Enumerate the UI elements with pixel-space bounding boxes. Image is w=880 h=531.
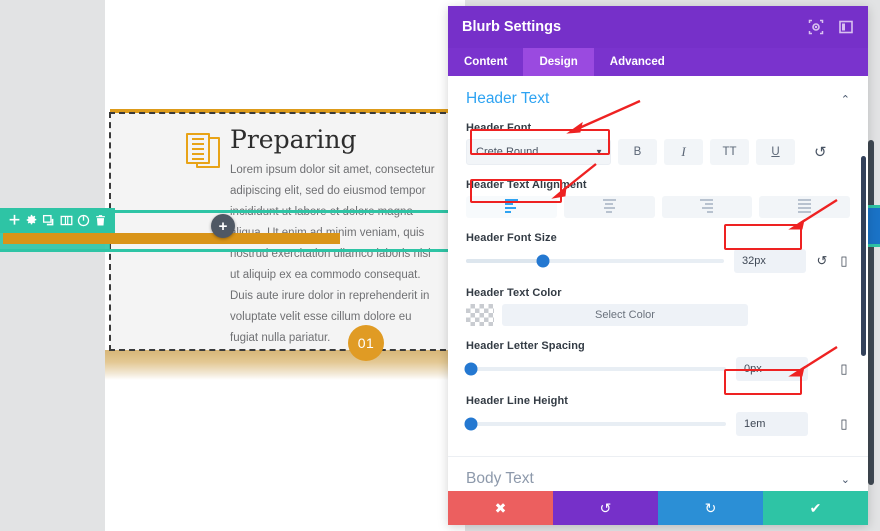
panel-titlebar: Blurb Settings <box>448 6 868 48</box>
label-header-text-color: Header Text Color <box>466 287 562 299</box>
field-header-text-alignment: Header Text Alignment <box>466 179 850 218</box>
label-header-line-height: Header Line Height <box>466 395 569 407</box>
slider-knob[interactable] <box>464 417 478 431</box>
page-scrollbar[interactable] <box>868 140 874 485</box>
tab-advanced[interactable]: Advanced <box>594 48 681 76</box>
panel-body: Header Text ⌃ Header Font Crete Round ▼ … <box>448 76 868 491</box>
responsive-device-icon[interactable]: ▯ <box>838 361 850 377</box>
header-font-size-slider[interactable] <box>466 254 724 268</box>
panel-tabs[interactable]: Content Design Advanced <box>448 48 868 76</box>
reset-icon[interactable]: ↺ <box>814 143 827 161</box>
builder-preview-canvas: Preparing Lorem ipsum dolor sit amet, co… <box>0 0 470 531</box>
duplicate-icon[interactable] <box>42 214 55 227</box>
blurb-settings-panel: Blurb Settings Content Design Advanced H… <box>448 6 868 525</box>
section-title-body-text: Body Text <box>466 470 534 487</box>
align-center-button[interactable] <box>563 196 655 218</box>
settings-gear-icon[interactable] <box>25 214 38 227</box>
chevron-down-icon[interactable]: ▼ <box>595 148 603 157</box>
header-font-select[interactable]: Crete Round ▼ <box>466 139 611 165</box>
field-header-font: Header Font Crete Round ▼ B I TT U ↺ <box>466 122 850 165</box>
section-body-text[interactable]: Body Text ⌄ <box>448 456 868 491</box>
italic-button[interactable]: I <box>664 139 703 165</box>
section-title-header-text: Header Text <box>466 90 550 107</box>
label-header-font: Header Font <box>466 122 532 134</box>
align-left-button[interactable] <box>466 196 557 218</box>
align-left-icon <box>504 199 518 215</box>
align-justify-button[interactable] <box>759 196 850 218</box>
underline-button[interactable]: U <box>756 139 795 165</box>
field-header-text-color: Header Text Color Select Color <box>466 287 850 326</box>
slider-knob[interactable] <box>536 254 550 268</box>
label-header-text-alignment: Header Text Alignment <box>466 179 587 191</box>
align-right-button[interactable] <box>661 196 753 218</box>
label-header-font-size: Header Font Size <box>466 232 557 244</box>
panel-title: Blurb Settings <box>462 19 562 35</box>
align-justify-icon <box>798 199 812 215</box>
align-right-icon <box>700 199 714 215</box>
page-gradient-strip <box>105 350 465 380</box>
columns-icon[interactable] <box>60 214 73 227</box>
header-letter-spacing-value[interactable]: 0px <box>736 357 808 381</box>
blurb-title: Preparing <box>230 125 357 154</box>
panel-scrollbar[interactable] <box>861 156 866 356</box>
bold-button[interactable]: B <box>618 139 657 165</box>
target-preview-icon[interactable] <box>808 19 824 35</box>
delete-trash-icon[interactable] <box>94 214 107 227</box>
documents-icon <box>186 133 220 171</box>
align-center-icon <box>602 199 616 215</box>
header-letter-spacing-slider[interactable] <box>464 362 726 376</box>
chevron-down-icon[interactable]: ⌄ <box>841 473 850 486</box>
select-color-button[interactable]: Select Color <box>502 304 748 326</box>
header-line-height-slider[interactable] <box>464 417 726 431</box>
tab-design[interactable]: Design <box>523 48 594 76</box>
color-swatch[interactable] <box>466 304 494 326</box>
redo-button[interactable]: ↻ <box>658 491 763 525</box>
disable-power-icon[interactable] <box>77 214 90 227</box>
undo-button[interactable]: ↺ <box>553 491 658 525</box>
uppercase-button[interactable]: TT <box>710 139 749 165</box>
responsive-device-icon[interactable]: ▯ <box>838 253 850 269</box>
header-font-value[interactable]: Crete Round <box>466 139 611 165</box>
save-button[interactable]: ✔ <box>763 491 868 525</box>
move-icon[interactable] <box>8 214 21 227</box>
field-header-letter-spacing: Header Letter Spacing 0px ▯ <box>464 340 850 381</box>
slider-knob[interactable] <box>464 362 478 376</box>
label-header-letter-spacing: Header Letter Spacing <box>466 340 585 352</box>
chevron-up-icon[interactable]: ⌃ <box>841 93 850 106</box>
blurb-module[interactable]: Preparing Lorem ipsum dolor sit amet, co… <box>109 112 456 351</box>
module-action-toolbar[interactable] <box>0 208 115 233</box>
header-font-size-value[interactable]: 32px <box>734 249 806 273</box>
blurb-body-text: Lorem ipsum dolor sit amet, consectetur … <box>230 164 435 344</box>
cancel-button[interactable]: ✖ <box>448 491 553 525</box>
field-header-font-size: Header Font Size 32px ↺ ▯ <box>466 232 850 273</box>
header-line-height-value[interactable]: 1em <box>736 412 808 436</box>
add-module-button[interactable]: + <box>211 214 235 238</box>
field-header-line-height: Header Line Height 1em ▯ <box>464 395 850 436</box>
step-number-badge: 01 <box>348 325 384 361</box>
row-orange-bar <box>3 233 340 244</box>
reset-icon[interactable]: ↺ <box>816 253 828 269</box>
panel-footer: ✖ ↺ ↻ ✔ <box>448 491 868 525</box>
layout-dock-icon[interactable] <box>838 19 854 35</box>
responsive-device-icon[interactable]: ▯ <box>838 416 850 432</box>
section-header-text: Header Text ⌃ Header Font Crete Round ▼ … <box>448 76 868 456</box>
tab-content[interactable]: Content <box>448 48 523 76</box>
